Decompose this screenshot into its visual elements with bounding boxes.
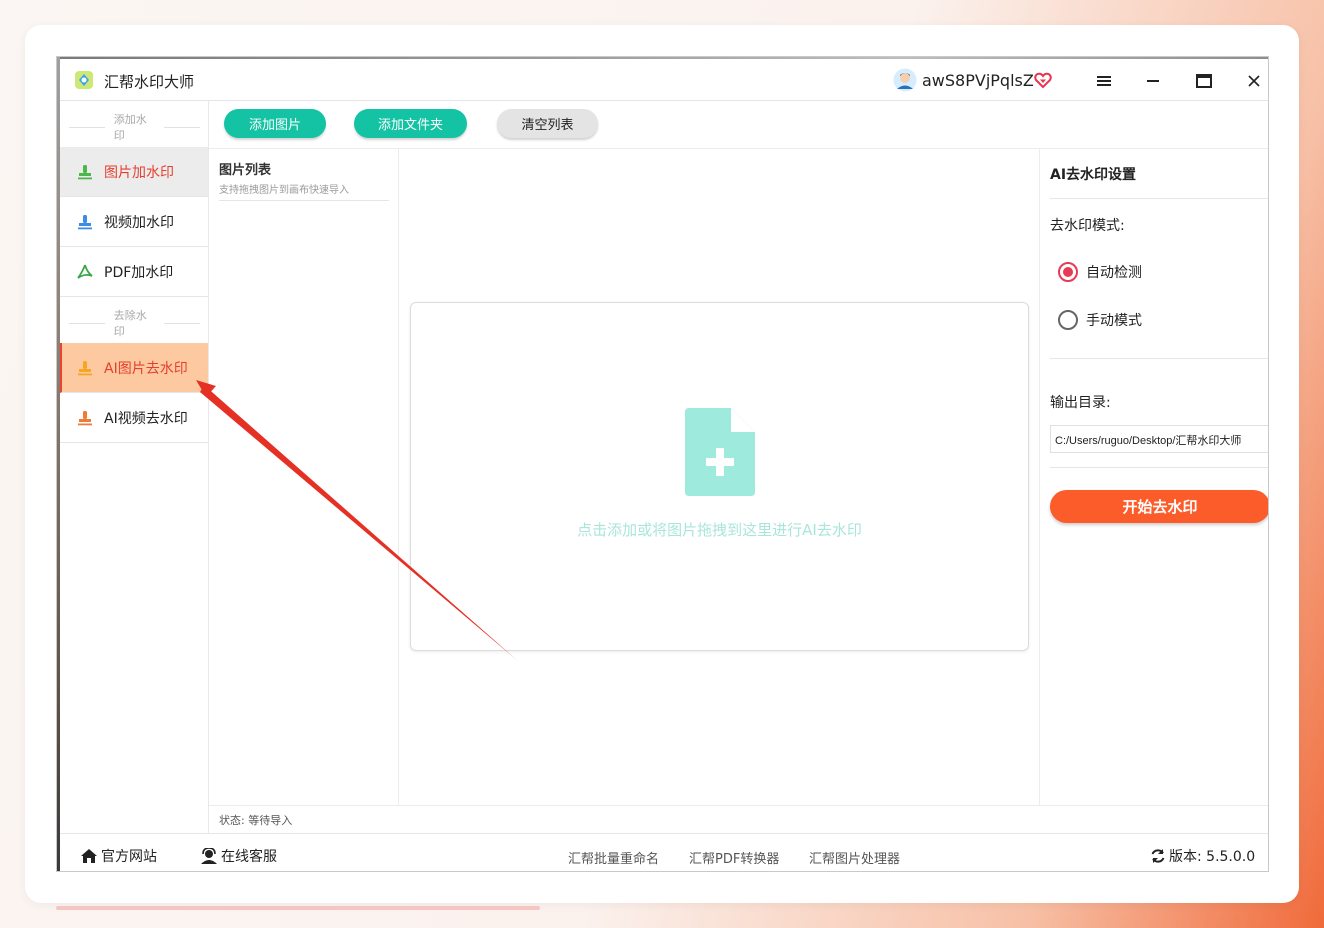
title-bar: 汇帮水印大师 awS8PVjPqlsZ: [60, 59, 1268, 101]
status-text: 状态: 等待导入: [219, 814, 293, 827]
radio-checked-icon: [1058, 262, 1078, 282]
username-label[interactable]: awS8PVjPqlsZ: [922, 71, 1034, 90]
sidebar-item-pdf-watermark[interactable]: PDF加水印: [60, 247, 208, 297]
sidebar-item-video-watermark[interactable]: 视频加水印: [60, 197, 208, 247]
sidebar-item-ai-image-remove[interactable]: AI图片去水印: [60, 343, 208, 393]
radio-label: 自动检测: [1086, 265, 1142, 281]
sidebar-item-label: AI视频去水印: [104, 410, 188, 427]
link-pdf-converter[interactable]: 汇帮PDF转换器: [689, 848, 779, 867]
radio-unchecked-icon: [1058, 310, 1078, 330]
maximize-button[interactable]: [1191, 68, 1217, 94]
output-path-field[interactable]: C:/Users/ruguo/Desktop/汇帮水印大师: [1050, 425, 1268, 453]
section-label-remove: 去除水印: [60, 309, 209, 338]
settings-panel: AI去水印设置 去水印模式: 自动检测 手动模式 输出目录: C:/Users/…: [1039, 149, 1268, 805]
drop-hint: 点击添加或将图片拖拽到这里进行AI去水印: [577, 521, 862, 539]
status-bar: 状态: 等待导入: [209, 805, 1268, 833]
mode-auto-radio[interactable]: 自动检测: [1058, 262, 1142, 282]
support-label: 在线客服: [221, 849, 277, 865]
pdf-icon: [77, 264, 93, 279]
minimize-button[interactable]: [1140, 68, 1166, 94]
close-icon: [1248, 75, 1260, 87]
image-list-panel: 图片列表 支持拖拽图片到画布快速导入: [209, 149, 399, 805]
sidebar-item-image-watermark[interactable]: 图片加水印: [60, 147, 208, 197]
sidebar: 添加水印 图片加水印 视频加水印 PDF加水印 去除水印 AI图片去水印 AI视…: [60, 101, 209, 833]
list-title: 图片列表: [219, 163, 272, 178]
add-folder-button[interactable]: 添加文件夹: [354, 109, 467, 138]
vip-heart-icon[interactable]: [1034, 71, 1052, 89]
divider: [219, 200, 389, 201]
stamp-icon: [78, 410, 92, 425]
sidebar-item-label: PDF加水印: [104, 264, 174, 281]
home-icon: [81, 849, 97, 863]
website-label: 官方网站: [101, 849, 157, 865]
menu-button[interactable]: [1091, 68, 1117, 94]
version-info[interactable]: 版本: 5.5.0.0: [1150, 846, 1255, 866]
version-label: 版本: 5.5.0.0: [1169, 849, 1256, 865]
hamburger-icon: [1097, 76, 1111, 86]
mode-label: 去水印模式:: [1050, 218, 1125, 234]
stamp-icon: [78, 214, 92, 229]
radio-label: 手动模式: [1086, 313, 1142, 329]
support-link[interactable]: 在线客服: [200, 846, 277, 866]
sidebar-item-label: 图片加水印: [104, 164, 174, 181]
app-window: 汇帮水印大师 awS8PVjPqlsZ 添加水印 图片加水印 视频加水印 PDF…: [56, 56, 1269, 872]
close-button[interactable]: [1241, 68, 1267, 94]
list-subtitle: 支持拖拽图片到画布快速导入: [219, 185, 349, 196]
app-logo-icon: [75, 71, 93, 89]
bottom-accent-strip: [56, 906, 540, 910]
divider: [1050, 198, 1268, 199]
mode-manual-radio[interactable]: 手动模式: [1058, 310, 1142, 330]
drop-zone[interactable]: 点击添加或将图片拖拽到这里进行AI去水印: [410, 302, 1029, 651]
app-title: 汇帮水印大师: [104, 73, 195, 91]
add-file-icon: [685, 408, 755, 496]
minimize-icon: [1147, 80, 1159, 82]
link-image-processor[interactable]: 汇帮图片处理器: [809, 848, 900, 867]
add-image-button[interactable]: 添加图片: [224, 109, 326, 138]
sidebar-item-ai-video-remove[interactable]: AI视频去水印: [60, 393, 208, 443]
toolbar: 添加图片 添加文件夹 清空列表: [209, 101, 1268, 149]
divider: [1050, 467, 1268, 468]
clear-list-button[interactable]: 清空列表: [497, 109, 598, 138]
maximize-icon: [1196, 74, 1212, 88]
refresh-icon: [1151, 849, 1165, 863]
headset-icon: [201, 848, 217, 864]
section-label-add: 添加水印: [60, 113, 209, 142]
website-link[interactable]: 官方网站: [80, 846, 157, 866]
start-remove-button[interactable]: 开始去水印: [1050, 490, 1268, 523]
link-batch-rename[interactable]: 汇帮批量重命名: [568, 848, 659, 867]
user-avatar-icon[interactable]: [893, 68, 917, 92]
settings-title: AI去水印设置: [1050, 167, 1137, 183]
stamp-icon: [78, 360, 92, 375]
sidebar-item-label: 视频加水印: [104, 214, 174, 231]
output-label: 输出目录:: [1050, 395, 1111, 411]
stamp-icon: [78, 164, 92, 179]
divider: [1050, 358, 1268, 359]
sidebar-item-label: AI图片去水印: [104, 360, 188, 377]
footer: 官方网站 在线客服 汇帮批量重命名 汇帮PDF转换器 汇帮图片处理器 版本: 5…: [60, 833, 1268, 871]
